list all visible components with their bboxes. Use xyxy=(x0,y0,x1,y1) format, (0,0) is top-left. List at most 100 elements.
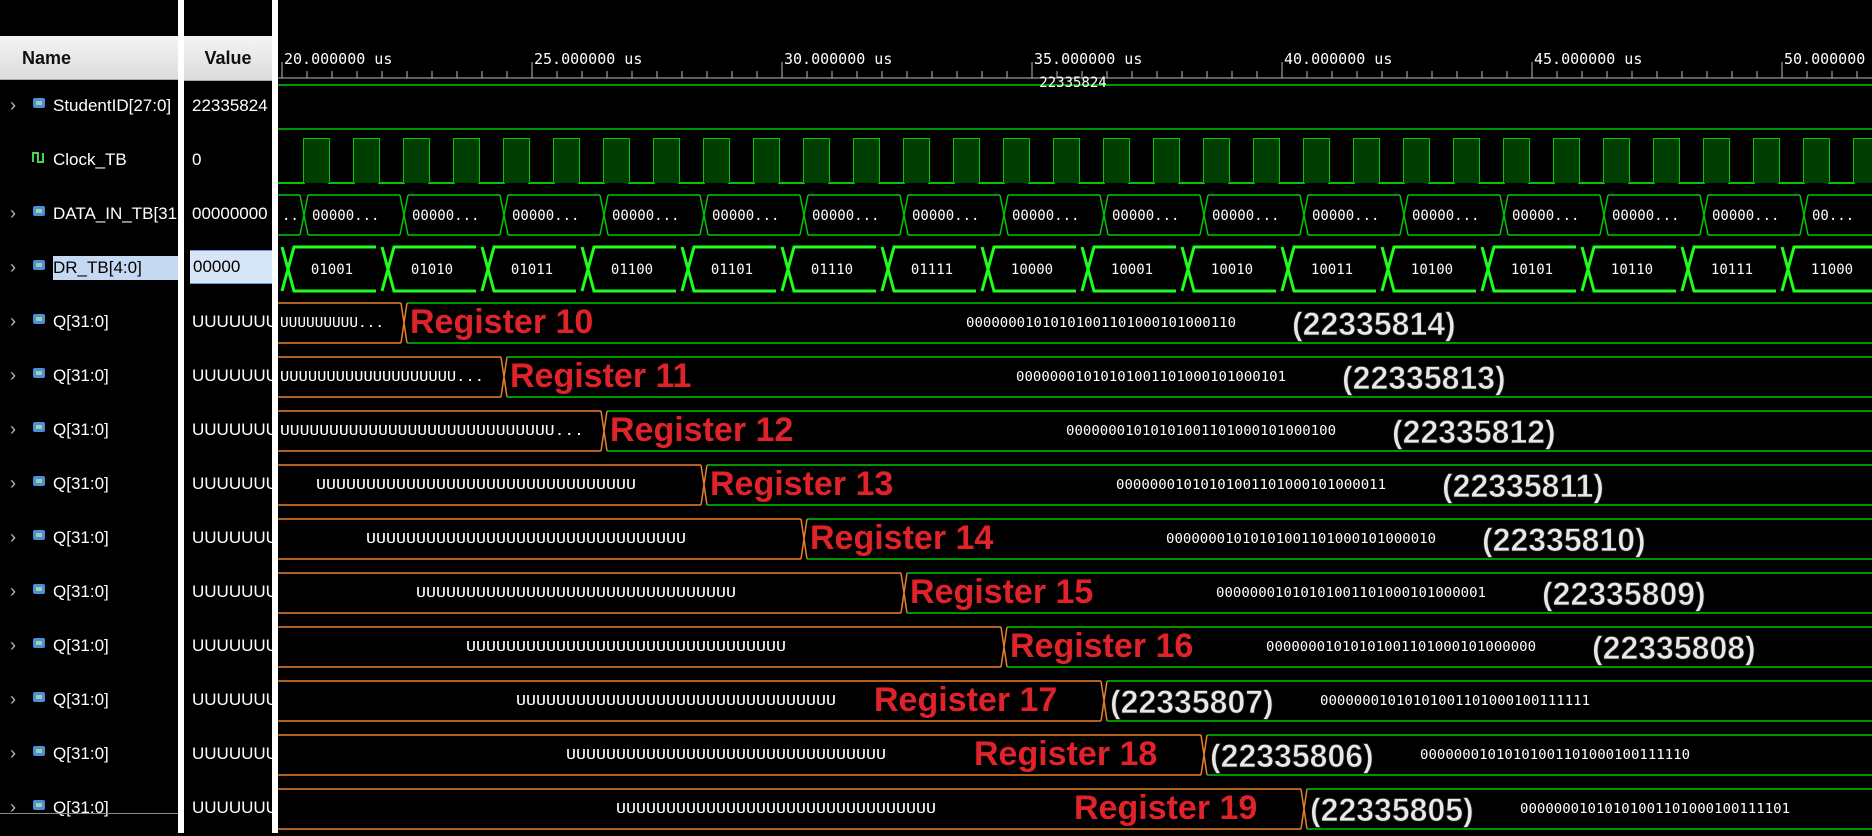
signal-row[interactable]: › StudentID[27:0] xyxy=(0,80,178,134)
binary-value-label: 00000001010101001101000101000101 xyxy=(1016,370,1286,385)
signal-row[interactable]: › Q[31:0] xyxy=(0,512,178,566)
time-label: 50.000000 us xyxy=(1784,50,1872,68)
expand-chevron-icon[interactable]: › xyxy=(10,257,16,278)
signal-row[interactable]: › DR_TB[4:0] xyxy=(0,242,178,296)
bus-value-label: 00000... xyxy=(612,208,679,224)
signal-value-text: 00000000 xyxy=(192,204,268,223)
binary-value-label: 00000001010101001101000101000110 xyxy=(966,316,1236,331)
clock-high-fill xyxy=(854,139,879,183)
dr-value-label: 01101 xyxy=(711,262,753,278)
signal-row[interactable]: › Q[31:0] xyxy=(0,782,178,836)
expand-chevron-icon[interactable]: › xyxy=(10,689,16,710)
clock-high-fill xyxy=(1404,139,1429,183)
signal-row[interactable]: › Q[31:0] xyxy=(0,296,178,350)
expand-chevron-icon[interactable]: › xyxy=(10,419,16,440)
bus-signal-icon xyxy=(33,584,45,594)
transition-mark xyxy=(600,410,608,452)
dr-value-label: 10101 xyxy=(1511,262,1553,278)
dr-value-label: 11000 xyxy=(1811,262,1853,278)
register-annotation: Register 16 xyxy=(1010,627,1193,665)
signal-row[interactable]: › Q[31:0] xyxy=(0,566,178,620)
signal-name: Q[31:0] xyxy=(53,474,109,493)
decimal-value-annotation: (22335806) xyxy=(1210,738,1374,774)
clock-high-fill xyxy=(1604,139,1629,183)
register-annotation: Register 12 xyxy=(610,411,793,449)
signal-name: StudentID[27:0] xyxy=(53,96,172,115)
signal-list-panel: Name Value › StudentID[27:0] Clock_TB › DATA… xyxy=(0,0,272,833)
expand-chevron-icon[interactable]: › xyxy=(10,95,16,116)
bus-value-label: 00000... xyxy=(1012,208,1079,224)
clock-high-fill xyxy=(804,139,829,183)
decimal-value-annotation: (22335809) xyxy=(1542,576,1706,612)
waveform-tracks: 22335824.. 00000... 00000... 00000... 00000.… xyxy=(278,75,1872,830)
undefined-value-label: UUUUUUUUUUUUUUUUUUU... xyxy=(280,370,484,385)
expand-chevron-icon[interactable]: › xyxy=(10,473,16,494)
signal-row[interactable]: › Q[31:0] xyxy=(0,728,178,782)
expand-chevron-icon[interactable]: › xyxy=(10,743,16,764)
dr-value-label: 10110 xyxy=(1611,262,1653,278)
time-ruler: 20.000000 us 25.000000 us 30.000000 us 35.0… xyxy=(278,50,1872,79)
undefined-value-label: UUUUUUUUUUUUUUUUUUUUUUUUUUUUUUUU xyxy=(466,640,786,655)
binary-value-label: 00000001010101001101000100111111 xyxy=(1320,694,1590,709)
binary-value-label: 00000001010101001101000101000000 xyxy=(1266,640,1536,655)
signal-row[interactable]: Clock_TB xyxy=(0,134,178,188)
signal-row[interactable]: › Q[31:0] xyxy=(0,674,178,728)
signal-value: UUUUUUUU xyxy=(190,350,272,404)
clock-high-fill xyxy=(1654,139,1679,183)
bus-value-label: 00000... xyxy=(1612,208,1679,224)
expand-chevron-icon[interactable]: › xyxy=(10,527,16,548)
signal-row[interactable]: › Q[31:0] xyxy=(0,620,178,674)
bus-value-label: 00000... xyxy=(1212,208,1279,224)
decimal-value-annotation: (22335805) xyxy=(1310,792,1474,828)
signal-row[interactable]: › Q[31:0] xyxy=(0,404,178,458)
signal-value-text: UUUUUUUU xyxy=(192,312,272,331)
signal-value: UUUUUUUU xyxy=(190,620,272,674)
signal-value-text: 22335824 xyxy=(192,96,268,115)
transition-mark xyxy=(700,464,708,506)
dr-value-label: 10010 xyxy=(1211,262,1253,278)
expand-chevron-icon[interactable]: › xyxy=(10,635,16,656)
expand-chevron-icon[interactable]: › xyxy=(10,581,16,602)
column-splitter[interactable] xyxy=(178,0,184,833)
transition-mark xyxy=(1000,626,1008,668)
signal-value-text: UUUUUUUU xyxy=(192,798,272,817)
signal-name: Q[31:0] xyxy=(53,366,109,385)
bus-value-label: 00000... xyxy=(412,208,479,224)
decimal-value-annotation: (22335808) xyxy=(1592,630,1756,666)
expand-chevron-icon[interactable]: › xyxy=(10,311,16,332)
waveform-canvas[interactable]: 20.000000 us 25.000000 us 30.000000 us 35.0… xyxy=(278,0,1872,833)
expand-chevron-icon[interactable]: › xyxy=(10,365,16,386)
value-column-header[interactable]: Value xyxy=(184,36,272,81)
expand-chevron-icon[interactable]: › xyxy=(10,203,16,224)
dr-value-label: 10011 xyxy=(1311,262,1353,278)
dr-value-label: 01010 xyxy=(411,262,453,278)
transition-mark xyxy=(800,518,808,560)
signal-row[interactable]: › DATA_IN_TB[31:0] xyxy=(0,188,178,242)
signal-value-text: UUUUUUUU xyxy=(192,528,272,547)
undefined-value-label: UUUUUUUUUUUUUUUUUUUUUUUUUUUUUUUU xyxy=(616,802,936,817)
binary-value-label: 00000001010101001101000101000011 xyxy=(1116,478,1386,493)
bus-value-label: 00000... xyxy=(812,208,879,224)
signal-row[interactable]: › Q[31:0] xyxy=(0,458,178,512)
undefined-value-label: UUUUUUUUUUUUUUUUUUUUUUUUUUUUUUUU xyxy=(566,748,886,763)
name-column-header[interactable]: Name xyxy=(0,36,178,80)
signal-value-text: UUUUUUUU xyxy=(192,420,272,439)
expand-chevron-icon[interactable]: › xyxy=(10,797,16,818)
clock-high-fill xyxy=(1254,139,1279,183)
bus-signal-icon xyxy=(33,314,45,324)
register-annotation: Register 19 xyxy=(1074,789,1257,827)
bus-value-label: 00000... xyxy=(1412,208,1479,224)
undefined-value-label: UUUUUUUUUUUUUUUUUUUUUUUUUUUUUUUU xyxy=(366,532,686,547)
bus-signal-icon xyxy=(33,746,45,756)
clock-high-fill xyxy=(1504,139,1529,183)
register-annotation: Register 10 xyxy=(410,303,593,341)
signal-value: UUUUUUUU xyxy=(190,782,272,836)
clock-high-fill xyxy=(1554,139,1579,183)
time-label: 45.000000 us xyxy=(1534,50,1642,68)
signal-value-text: 0 xyxy=(192,150,202,169)
signal-name: Q[31:0] xyxy=(53,744,109,763)
signal-name: Q[31:0] xyxy=(53,636,109,655)
transition-mark xyxy=(500,356,508,398)
transition-mark xyxy=(400,302,408,344)
signal-row[interactable]: › Q[31:0] xyxy=(0,350,178,404)
